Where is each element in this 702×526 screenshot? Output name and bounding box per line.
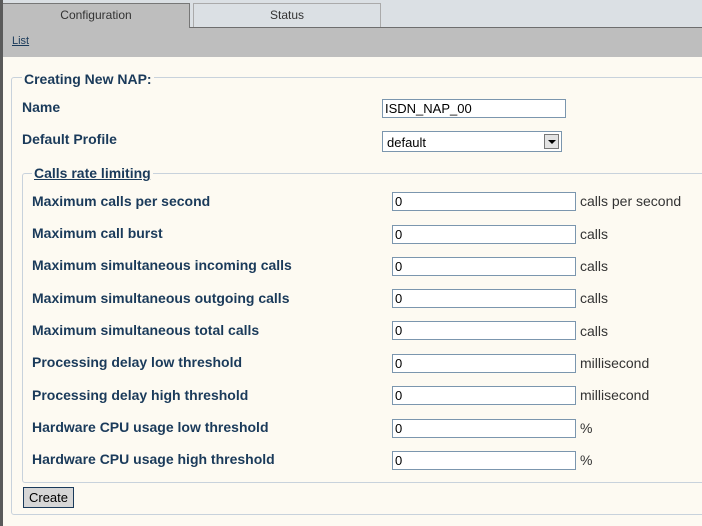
- max-call-burst-unit: calls: [580, 226, 609, 242]
- name-input[interactable]: [382, 99, 566, 118]
- max-calls-per-second-label: Maximum calls per second: [32, 193, 211, 209]
- delay-low-threshold-label: Processing delay low threshold: [32, 354, 243, 370]
- calls-rate-limiting-legend: Calls rate limiting: [32, 165, 153, 181]
- max-total-calls-unit: calls: [580, 323, 609, 339]
- tab-configuration[interactable]: Configuration: [3, 3, 190, 28]
- create-nap-legend: Creating New NAP:: [22, 71, 154, 87]
- cpu-high-threshold-label: Hardware CPU usage high threshold: [32, 451, 275, 467]
- max-outgoing-calls-label: Maximum simultaneous outgoing calls: [32, 290, 290, 306]
- cpu-low-threshold-label: Hardware CPU usage low threshold: [32, 419, 269, 435]
- max-incoming-calls-unit: calls: [580, 258, 609, 274]
- cpu-high-threshold-input[interactable]: [392, 451, 576, 470]
- delay-low-threshold-input[interactable]: [392, 354, 576, 373]
- default-profile-select[interactable]: default: [382, 131, 562, 152]
- cpu-high-threshold-unit: %: [580, 452, 593, 468]
- sub-navigation: List: [3, 28, 702, 57]
- max-incoming-calls-label: Maximum simultaneous incoming calls: [32, 257, 292, 273]
- max-total-calls-label: Maximum simultaneous total calls: [32, 322, 260, 338]
- cpu-low-threshold-unit: %: [580, 420, 593, 436]
- tab-bar: Configuration Status: [3, 0, 702, 28]
- max-calls-per-second-unit: calls per second: [580, 193, 682, 209]
- max-call-burst-label: Maximum call burst: [32, 225, 163, 241]
- delay-low-threshold-unit: millisecond: [580, 355, 650, 371]
- delay-high-threshold-label: Processing delay high threshold: [32, 387, 249, 403]
- create-button[interactable]: Create: [23, 487, 74, 508]
- default-profile-label: Default Profile: [22, 131, 117, 147]
- delay-high-threshold-input[interactable]: [392, 386, 576, 405]
- max-outgoing-calls-unit: calls: [580, 290, 609, 306]
- list-link[interactable]: List: [12, 35, 29, 47]
- chevron-down-icon[interactable]: [544, 134, 559, 149]
- tab-status[interactable]: Status: [193, 3, 381, 27]
- name-label: Name: [22, 99, 61, 115]
- cpu-low-threshold-input[interactable]: [392, 419, 576, 438]
- default-profile-value: default: [387, 135, 427, 150]
- window-left-border: [0, 0, 3, 526]
- delay-high-threshold-unit: millisecond: [580, 387, 650, 403]
- max-incoming-calls-input[interactable]: [392, 257, 576, 276]
- max-calls-per-second-input[interactable]: [392, 192, 576, 211]
- max-outgoing-calls-input[interactable]: [392, 289, 576, 308]
- max-call-burst-input[interactable]: [392, 225, 576, 244]
- max-total-calls-input[interactable]: [392, 321, 576, 340]
